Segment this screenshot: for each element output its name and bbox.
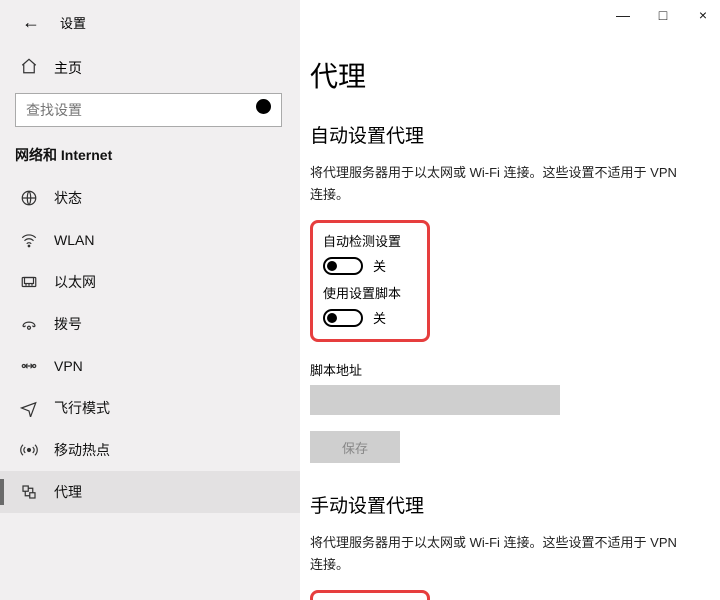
sidebar-header: ← 设置 — [0, 0, 300, 43]
sidebar: ← 设置 主页 网络和 Internet 状态 — [0, 0, 300, 600]
globe-icon — [20, 189, 38, 207]
sidebar-item-ethernet[interactable]: 以太网 — [0, 261, 300, 303]
home-icon — [20, 57, 38, 79]
use-script-block: 使用设置脚本 关 — [323, 283, 417, 327]
save-button: 保存 — [310, 431, 400, 463]
sidebar-item-label: 拨号 — [54, 314, 82, 334]
sidebar-item-status[interactable]: 状态 — [0, 177, 300, 219]
auto-section-desc: 将代理服务器用于以太网或 Wi-Fi 连接。这些设置不适用于 VPN 连接。 — [310, 162, 690, 206]
search-input-box[interactable] — [15, 93, 282, 127]
home-button[interactable]: 主页 — [0, 43, 300, 93]
use-script-toggle-row: 关 — [323, 308, 417, 327]
airplane-icon — [20, 399, 38, 417]
settings-window: ← 设置 主页 网络和 Internet 状态 — [0, 0, 720, 600]
titlebar-controls: — □ × — [616, 0, 710, 30]
dialup-icon — [20, 315, 38, 333]
minimize-button[interactable]: — — [616, 8, 630, 22]
close-button[interactable]: × — [696, 8, 710, 22]
sidebar-item-vpn[interactable]: VPN — [0, 345, 300, 387]
auto-detect-block: 自动检测设置 关 — [323, 231, 417, 275]
sidebar-item-label: VPN — [54, 358, 83, 374]
sidebar-item-label: 飞行模式 — [54, 398, 110, 418]
search-input[interactable] — [16, 102, 251, 118]
script-address-input — [310, 385, 560, 415]
maximize-button[interactable]: □ — [656, 8, 670, 22]
wifi-icon — [20, 231, 38, 249]
manual-section-title: 手动设置代理 — [310, 491, 690, 518]
highlight-auto-toggles: 自动检测设置 关 使用设置脚本 关 — [310, 220, 430, 342]
home-label: 主页 — [54, 58, 82, 78]
auto-detect-label: 自动检测设置 — [323, 231, 417, 250]
sidebar-item-dialup[interactable]: 拨号 — [0, 303, 300, 345]
sidebar-item-label: 代理 — [54, 482, 82, 502]
nav-list: 状态 WLAN 以太网 拨号 VPN 飞行模式 — [0, 177, 300, 513]
highlight-manual-toggle: 使用代理服务器 关 — [310, 590, 430, 600]
sidebar-item-wlan[interactable]: WLAN — [0, 219, 300, 261]
category-title: 网络和 Internet — [0, 145, 300, 177]
auto-detect-toggle-row: 关 — [323, 256, 417, 275]
sidebar-item-proxy[interactable]: 代理 — [0, 471, 300, 513]
hotspot-icon — [20, 441, 38, 459]
sidebar-item-label: 状态 — [54, 188, 82, 208]
use-script-toggle[interactable] — [323, 309, 363, 327]
sidebar-item-airplane[interactable]: 飞行模式 — [0, 387, 300, 429]
sidebar-item-label: 移动热点 — [54, 440, 110, 460]
auto-detect-toggle[interactable] — [323, 257, 363, 275]
proxy-icon — [20, 483, 38, 501]
manual-section-desc: 将代理服务器用于以太网或 Wi-Fi 连接。这些设置不适用于 VPN 连接。 — [310, 532, 690, 576]
auto-section-title: 自动设置代理 — [310, 121, 690, 148]
use-script-label: 使用设置脚本 — [323, 283, 417, 302]
window-title: 设置 — [60, 13, 86, 32]
back-icon[interactable]: ← — [22, 12, 40, 33]
search-container — [0, 93, 300, 127]
search-icon[interactable] — [251, 94, 281, 127]
vpn-icon — [20, 357, 38, 375]
use-script-state: 关 — [373, 308, 386, 327]
sidebar-item-label: WLAN — [54, 232, 94, 248]
main-content: — □ × 代理 自动设置代理 将代理服务器用于以太网或 Wi-Fi 连接。这些… — [300, 0, 720, 600]
sidebar-item-label: 以太网 — [54, 272, 96, 292]
ethernet-icon — [20, 273, 38, 291]
sidebar-item-hotspot[interactable]: 移动热点 — [0, 429, 300, 471]
script-address-label: 脚本地址 — [310, 360, 690, 379]
auto-detect-state: 关 — [373, 256, 386, 275]
page-title: 代理 — [310, 55, 690, 95]
